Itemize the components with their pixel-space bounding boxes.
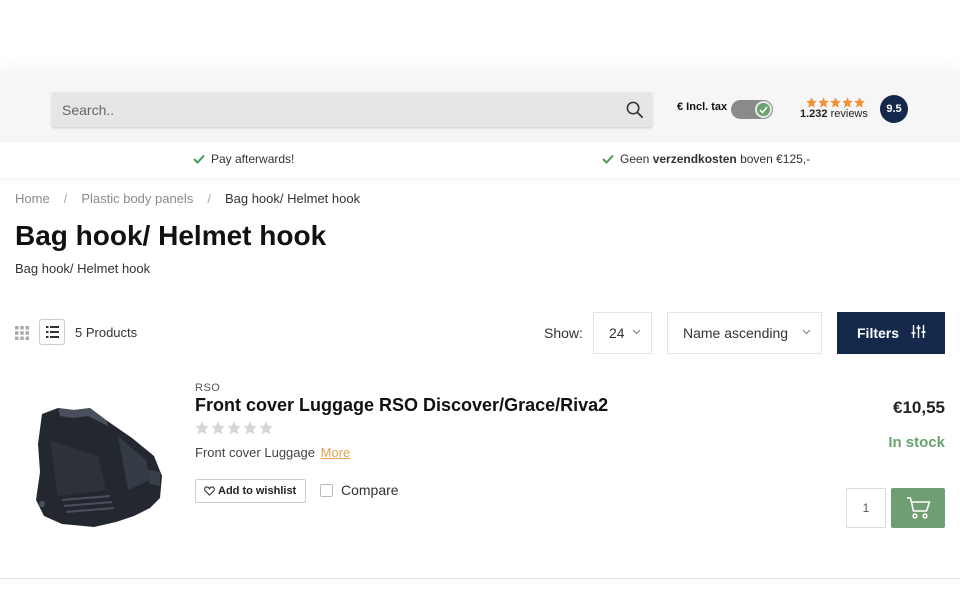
chevron-down-icon: [802, 329, 811, 335]
product-rating-stars: [195, 421, 273, 435]
reviews-count: 1.232: [800, 108, 828, 120]
star-icon: [842, 97, 853, 108]
list-view-icon: [46, 326, 59, 338]
breadcrumb: Home / Plastic body panels / Bag hook/ H…: [15, 191, 360, 206]
star-icon: [830, 97, 841, 108]
wishlist-label: Add to wishlist: [218, 485, 297, 497]
search-icon[interactable]: [625, 100, 644, 119]
product-brand: RSO: [195, 382, 221, 394]
star-icon: [818, 97, 829, 108]
quantity-input[interactable]: [846, 488, 886, 528]
show-count-select[interactable]: 24: [593, 312, 652, 354]
star-icon: [195, 421, 209, 435]
cart-icon: [907, 497, 931, 519]
check-icon: [602, 154, 614, 164]
heart-icon: [204, 486, 215, 496]
product-image[interactable]: [28, 400, 168, 530]
stock-status: In stock: [888, 434, 945, 451]
check-icon: [759, 106, 768, 114]
toggle-knob: [755, 101, 772, 118]
grid-view-icon[interactable]: [15, 326, 29, 340]
star-icon: [259, 421, 273, 435]
search-input[interactable]: [52, 92, 612, 127]
usp-text-bold: verzendkosten: [652, 152, 737, 166]
add-to-wishlist-button[interactable]: Add to wishlist: [195, 479, 306, 503]
compare-label: Compare: [341, 482, 399, 498]
breadcrumb-plastic-body-panels[interactable]: Plastic body panels: [81, 191, 193, 206]
page-title: Bag hook/ Helmet hook: [15, 220, 327, 251]
show-count-value: 24: [609, 325, 625, 341]
product-list-item: RSO Front cover Luggage RSO Discover/Gra…: [0, 378, 960, 579]
breadcrumb-home[interactable]: Home: [15, 191, 50, 206]
usp-text: Pay afterwards!: [211, 152, 295, 166]
tax-label: € Incl. tax: [677, 101, 728, 113]
filters-label: Filters: [857, 325, 900, 341]
usp-item: Pay afterwards!: [193, 152, 294, 166]
rating-score-badge[interactable]: 9.5: [880, 95, 908, 123]
product-title-link[interactable]: Front cover Luggage RSO Discover/Grace/R…: [195, 395, 608, 416]
usp-bar: Pay afterwards! Geen verzendkosten boven…: [0, 142, 960, 178]
product-description: Front cover Luggage More: [195, 445, 350, 460]
usp-item: Geen verzendkosten boven €125,-: [602, 152, 810, 166]
chevron-down-icon: [632, 329, 641, 335]
page-subtitle: Bag hook/ Helmet hook: [15, 261, 151, 276]
product-price: €10,55: [893, 398, 945, 417]
compare-checkbox[interactable]: Compare: [320, 482, 399, 498]
compare-checkbox-box[interactable]: [320, 483, 333, 497]
breadcrumb-current: Bag hook/ Helmet hook: [224, 191, 361, 206]
star-icon: [211, 421, 225, 435]
star-icon: [854, 97, 865, 108]
more-link[interactable]: More: [321, 445, 351, 460]
reviews-link[interactable]: 1.232 reviews: [800, 108, 868, 120]
show-label: Show:: [544, 325, 583, 341]
product-count: 5 Products: [75, 325, 138, 340]
usp-text-prefix: Geen: [620, 152, 653, 166]
breadcrumb-separator: /: [207, 191, 211, 206]
tax-toggle[interactable]: [731, 100, 773, 119]
product-description-text: Front cover Luggage: [195, 445, 315, 460]
list-view-button[interactable]: [39, 319, 65, 345]
sort-value: Name ascending: [683, 325, 789, 341]
filters-button[interactable]: Filters: [837, 312, 945, 354]
sliders-icon: [911, 325, 926, 338]
top-bar: [0, 0, 960, 72]
sort-select[interactable]: Name ascending: [667, 312, 822, 354]
star-icon: [227, 421, 241, 435]
breadcrumb-separator: /: [63, 191, 68, 206]
product-toolbar: 5 Products Show: 24 Name ascending Filte…: [0, 312, 960, 354]
add-to-cart-button[interactable]: [891, 488, 945, 528]
usp-text: Geen verzendkosten boven €125,-: [620, 152, 810, 166]
check-icon: [193, 154, 205, 164]
header: € Incl. tax 1.232 reviews 9.5: [0, 72, 960, 142]
usp-text-suffix: boven €125,-: [736, 152, 811, 166]
star-icon: [243, 421, 257, 435]
star-icon: [806, 97, 817, 108]
search-box: [52, 92, 652, 127]
reviews-label: reviews: [830, 108, 868, 120]
